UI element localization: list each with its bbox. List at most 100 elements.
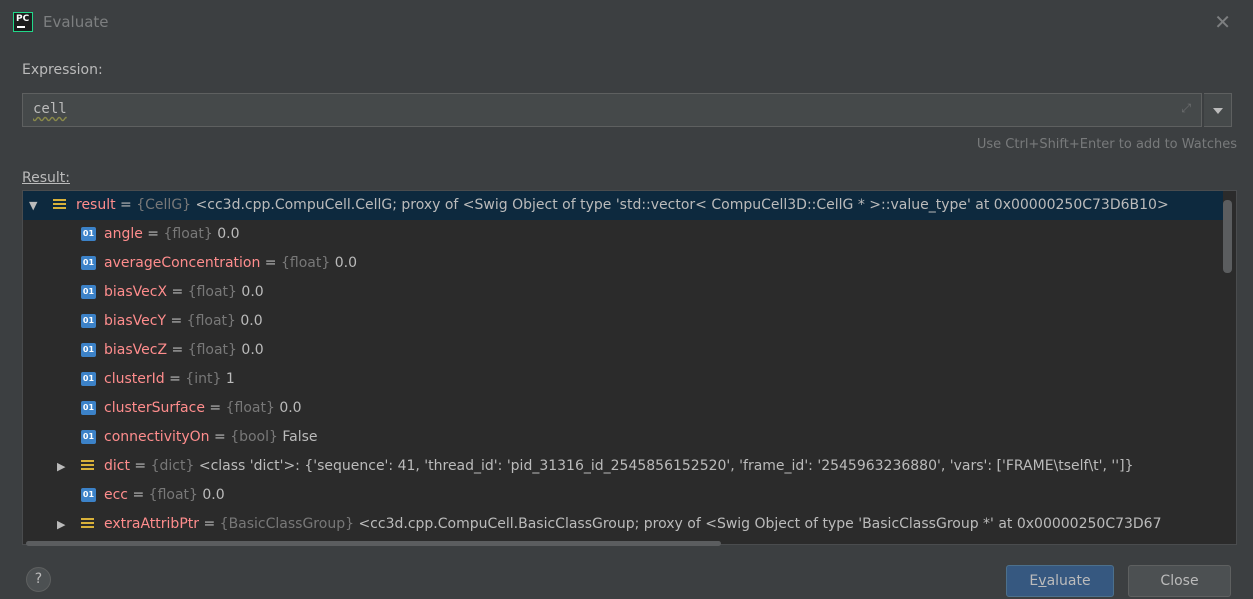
object-icon <box>53 199 66 211</box>
variable-type: {float} <box>187 284 237 300</box>
variable-value: <cc3d.cpp.CompuCell.BasicClassGroup; pro… <box>358 516 1162 532</box>
history-dropdown-button[interactable] <box>1204 93 1232 127</box>
window-title: Evaluate <box>43 13 109 31</box>
field-icon: 01 <box>81 430 96 444</box>
variable-name: clusterSurface <box>104 400 205 416</box>
tree-row[interactable]: 01 averageConcentration = {float} 0.0 <box>23 249 1223 278</box>
field-icon: 01 <box>81 488 96 502</box>
variable-value: 0.0 <box>334 255 357 271</box>
equals-sign: = <box>167 342 188 358</box>
tree-row[interactable]: 01 clusterId = {int} 1 <box>23 365 1223 394</box>
variable-type: {float} <box>186 313 236 329</box>
variable-type: {BasicClassGroup} <box>219 516 354 532</box>
variable-name: biasVecX <box>104 284 168 300</box>
variable-name: clusterId <box>104 371 165 387</box>
tree-row[interactable]: 01 biasVecY = {float} 0.0 <box>23 307 1223 336</box>
variable-name: averageConcentration <box>104 255 261 271</box>
tree-row[interactable]: 01 angle = {float} 0.0 <box>23 220 1223 249</box>
title-bar: PC Evaluate ✕ <box>0 0 1253 46</box>
variable-type: {int} <box>185 371 222 387</box>
expand-icon[interactable]: ⤢ <box>1181 101 1191 116</box>
collapse-arrow-icon[interactable]: ▼ <box>29 191 37 220</box>
evaluate-button[interactable]: Evaluate <box>1006 565 1114 597</box>
variable-type: {float} <box>163 226 213 242</box>
tree-row-text: biasVecZ = {float} 0.0 <box>104 336 264 365</box>
field-icon: 01 <box>81 256 96 270</box>
expression-value[interactable]: cell <box>33 101 67 117</box>
tree-row-text: extraAttribPtr = {BasicClassGroup} <cc3d… <box>104 510 1162 539</box>
equals-sign: = <box>204 400 226 416</box>
object-icon <box>81 518 94 530</box>
equals-sign: = <box>209 429 231 445</box>
variable-value: False <box>282 429 318 445</box>
tree-row-text: ecc = {float} 0.0 <box>104 481 225 510</box>
field-icon: 01 <box>81 227 96 241</box>
tree-row-text: result = {CellG} <cc3d.cpp.CompuCell.Cel… <box>76 191 1169 220</box>
variable-value: 0.0 <box>240 313 263 329</box>
variable-name: ecc <box>104 487 129 503</box>
close-icon[interactable]: ✕ <box>1214 10 1231 34</box>
tree-row[interactable]: 01 biasVecZ = {float} 0.0 <box>23 336 1223 365</box>
equals-sign: = <box>142 226 164 242</box>
variable-name: dict <box>104 458 130 474</box>
tree-row[interactable]: 01 connectivityOn = {bool} False <box>23 423 1223 452</box>
equals-sign: = <box>164 371 186 387</box>
variable-value: 0.0 <box>202 487 225 503</box>
variable-name: biasVecZ <box>104 342 168 358</box>
equals-sign: = <box>167 284 188 300</box>
variable-value: 0.0 <box>241 342 264 358</box>
field-icon: 01 <box>81 401 96 415</box>
vertical-scrollbar[interactable] <box>1223 200 1232 273</box>
variable-type: {float} <box>281 255 331 271</box>
tree-row-text: dict = {dict} <class 'dict'>: {'sequence… <box>104 452 1134 481</box>
expression-label: Expression: <box>22 62 103 78</box>
field-icon: 01 <box>81 343 96 357</box>
expand-arrow-icon[interactable]: ▶ <box>57 452 65 481</box>
tree-row-text: clusterId = {int} 1 <box>104 365 235 394</box>
tree-row-text: connectivityOn = {bool} False <box>104 423 318 452</box>
equals-sign: = <box>166 313 187 329</box>
equals-sign: = <box>199 516 220 532</box>
tree-row[interactable]: 01 clusterSurface = {float} 0.0 <box>23 394 1223 423</box>
field-icon: 01 <box>81 285 96 299</box>
variable-type: {float} <box>225 400 275 416</box>
variable-name: result <box>76 197 116 213</box>
result-tree[interactable]: ▼ result = {CellG} <cc3d.cpp.CompuCell.Ce… <box>22 190 1237 545</box>
variable-name: extraAttribPtr <box>104 516 200 532</box>
variable-value: 1 <box>225 371 235 387</box>
tree-row[interactable]: 01 biasVecX = {float} 0.0 <box>23 278 1223 307</box>
expand-arrow-icon[interactable]: ▶ <box>57 510 65 539</box>
result-label: Result: <box>22 170 70 186</box>
pycharm-app-icon: PC <box>13 12 33 32</box>
tree-row[interactable]: ▶ dict = {dict} <class 'dict'>: {'sequenc… <box>23 452 1223 481</box>
chevron-down-icon <box>1213 108 1223 114</box>
tree-row[interactable]: ▶ extraAttribPtr = {BasicClassGroup} <cc3… <box>23 510 1223 539</box>
tree-row-text: biasVecY = {float} 0.0 <box>104 307 263 336</box>
variable-value: 0.0 <box>241 284 264 300</box>
variable-type: {float} <box>187 342 237 358</box>
expression-input[interactable]: cell ⤢ <box>22 93 1202 127</box>
help-button[interactable]: ? <box>26 567 51 592</box>
variable-value: <cc3d.cpp.CompuCell.CellG; proxy of <Swi… <box>195 197 1169 213</box>
field-icon: 01 <box>81 372 96 386</box>
horizontal-scrollbar[interactable] <box>26 541 721 546</box>
watches-hint: Use Ctrl+Shift+Enter to add to Watches <box>976 137 1237 152</box>
tree-row[interactable]: ▼ result = {CellG} <cc3d.cpp.CompuCell.Ce… <box>23 191 1223 220</box>
variable-value: 0.0 <box>217 226 240 242</box>
variable-type: {bool} <box>230 429 278 445</box>
variable-type: {dict} <box>150 458 195 474</box>
close-button[interactable]: Close <box>1128 565 1231 597</box>
tree-row-text: biasVecX = {float} 0.0 <box>104 278 264 307</box>
variable-type: {CellG} <box>136 197 192 213</box>
equals-sign: = <box>260 255 281 271</box>
equals-sign: = <box>115 197 137 213</box>
tree-row[interactable]: 01 ecc = {float} 0.0 <box>23 481 1223 510</box>
variable-name: angle <box>104 226 143 242</box>
object-icon <box>81 460 94 472</box>
equals-sign: = <box>128 487 149 503</box>
field-icon: 01 <box>81 314 96 328</box>
tree-row-text: clusterSurface = {float} 0.0 <box>104 394 302 423</box>
variable-name: connectivityOn <box>104 429 210 445</box>
variable-name: biasVecY <box>104 313 167 329</box>
variable-value: <class 'dict'>: {'sequence': 41, 'thread… <box>198 458 1134 474</box>
